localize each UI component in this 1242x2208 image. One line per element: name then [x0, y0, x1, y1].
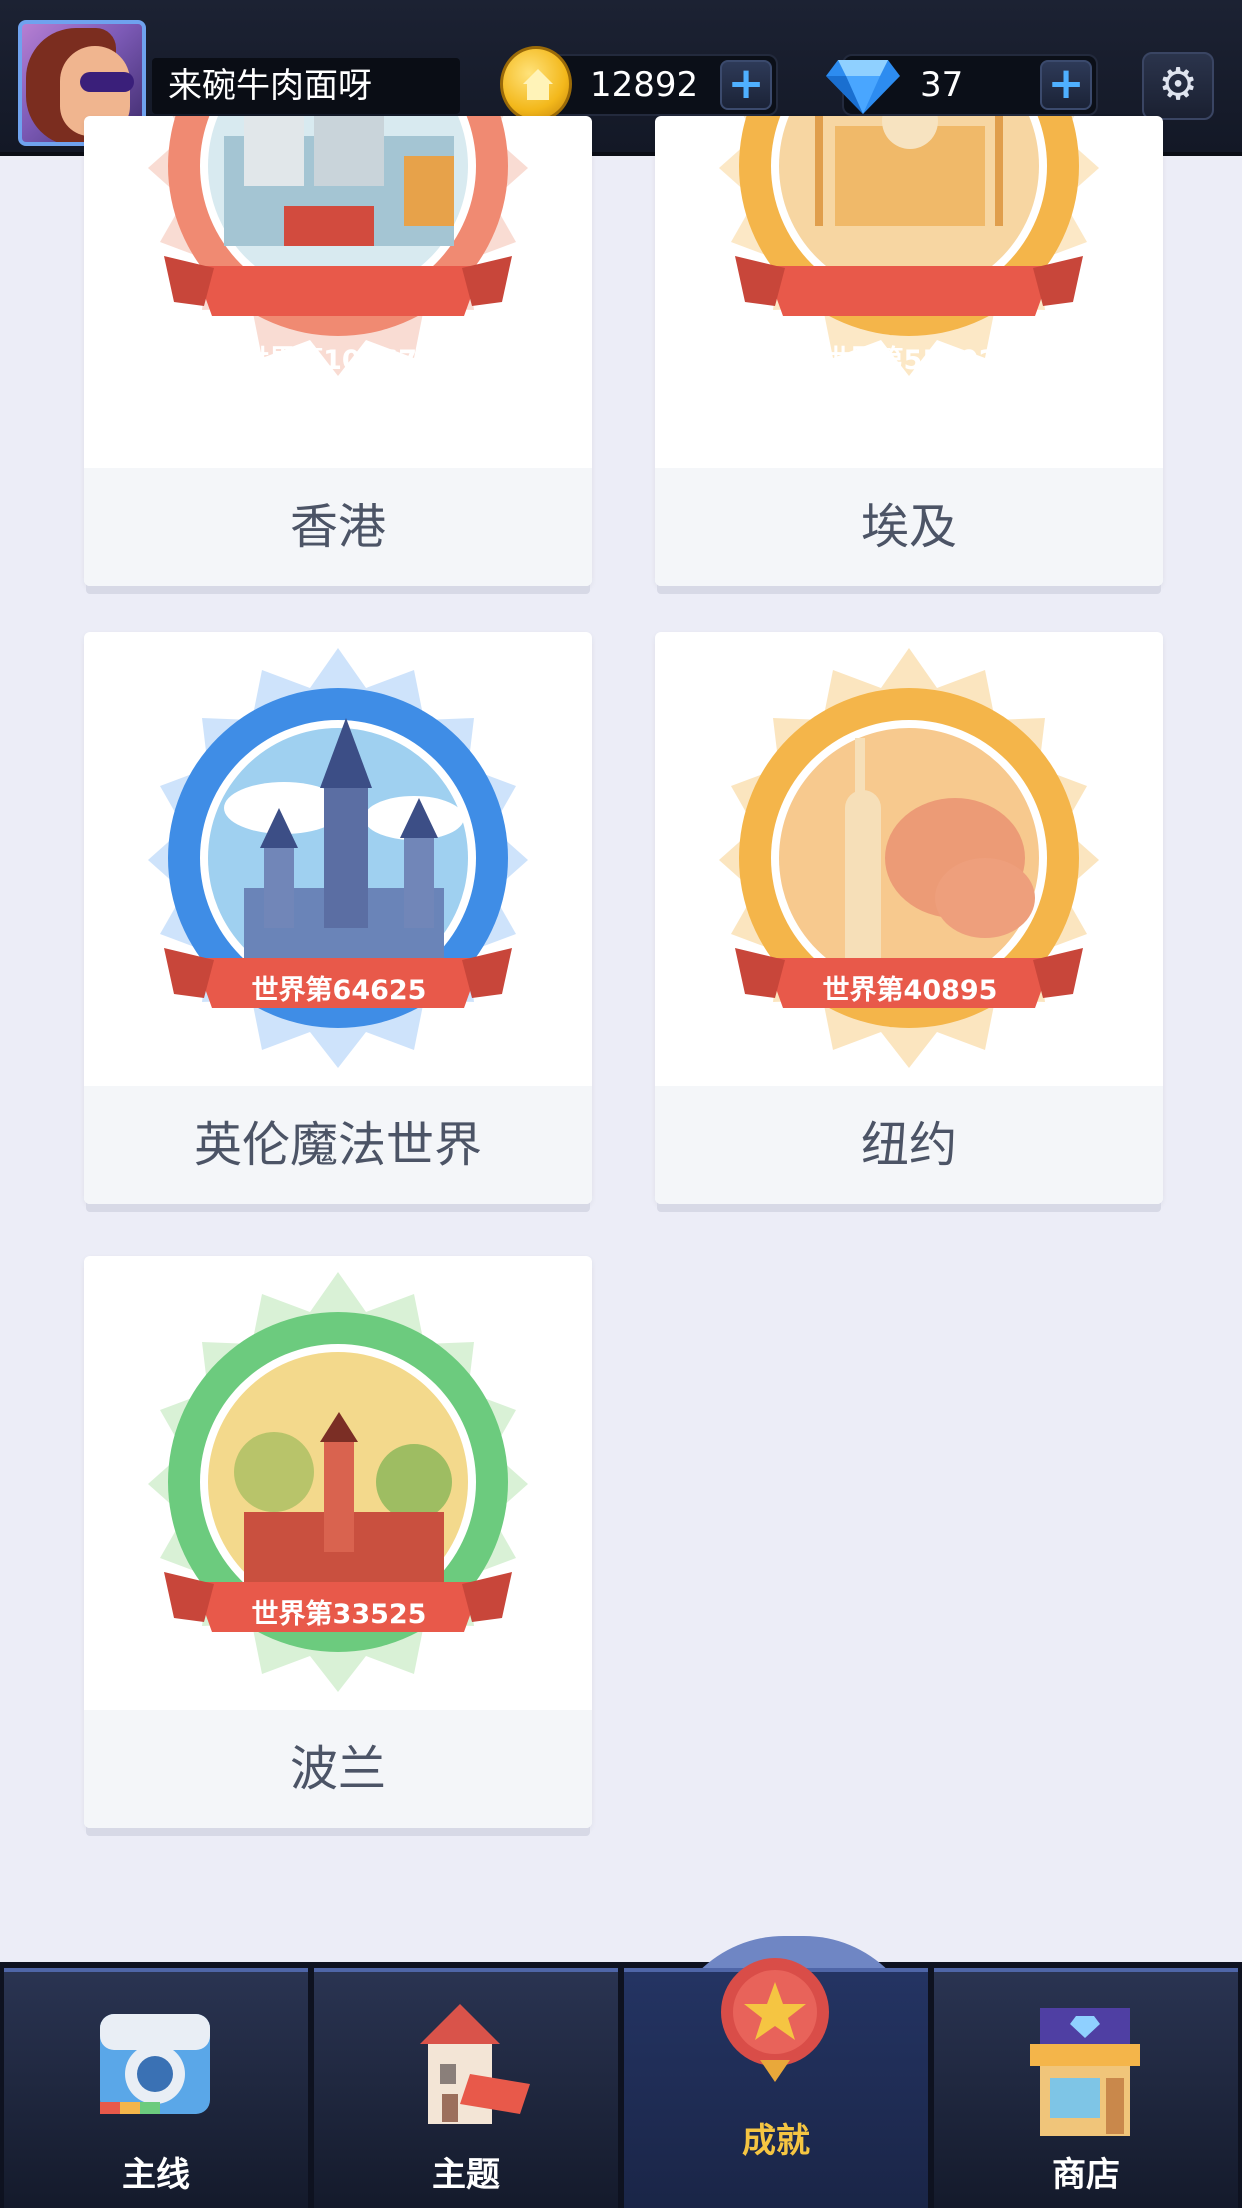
achievement-card-poland[interactable]: 世界第33525 波兰 — [84, 1256, 592, 1828]
username: 来碗牛肉面呀 — [152, 58, 460, 114]
card-title: 波兰 — [84, 1710, 592, 1828]
card-title: 纽约 — [655, 1086, 1163, 1204]
card-title: 香港 — [84, 468, 592, 586]
gem-value: 37 — [920, 65, 964, 105]
settings-button[interactable]: ⚙ — [1142, 52, 1214, 120]
medal-icon — [721, 1958, 829, 2082]
tab-shop[interactable]: 商店 — [934, 1968, 1238, 2208]
egypt-medal-icon — [719, 116, 1099, 376]
rank-ribbon: 世界第64625 — [251, 975, 427, 1006]
camera-icon — [100, 2014, 210, 2114]
tab-achievements[interactable]: 成就 — [624, 1958, 928, 2208]
tab-theme[interactable]: 主题 — [314, 1968, 618, 2208]
house-icon — [420, 2004, 530, 2124]
tab-main-line[interactable]: 主线 — [4, 1968, 308, 2208]
achievement-card-egypt[interactable]: 世界第55892 埃及 — [655, 116, 1163, 586]
achievement-card-newyork[interactable]: 世界第40895 纽约 — [655, 632, 1163, 1204]
card-title: 英伦魔法世界 — [84, 1086, 592, 1204]
hongkong-medal-icon — [148, 116, 528, 376]
add-coins-button[interactable]: + — [720, 60, 772, 110]
add-gems-button[interactable]: + — [1040, 60, 1092, 110]
tab-label: 主题 — [432, 2155, 500, 2195]
diamond-icon — [826, 60, 900, 114]
achievement-card-magic-world[interactable]: 世界第64625 英伦魔法世界 — [84, 632, 592, 1204]
tab-label: 主线 — [122, 2155, 190, 2195]
coin-icon — [500, 46, 572, 122]
coin-value: 12892 — [590, 65, 699, 105]
rank-ribbon: 世界第40895 — [822, 975, 998, 1006]
rank-ribbon: 世界第55892 — [822, 345, 998, 376]
tab-label: 成就 — [742, 2121, 810, 2161]
shop-icon — [1030, 2008, 1140, 2136]
achievement-card-hongkong[interactable]: 世界第102677 香港 — [84, 116, 592, 586]
rank-ribbon: 世界第33525 — [251, 1599, 427, 1630]
gear-icon: ⚙ — [1158, 59, 1198, 110]
card-title: 埃及 — [655, 468, 1163, 586]
rank-ribbon: 世界第102677 — [242, 345, 436, 376]
tab-label: 商店 — [1052, 2155, 1120, 2195]
